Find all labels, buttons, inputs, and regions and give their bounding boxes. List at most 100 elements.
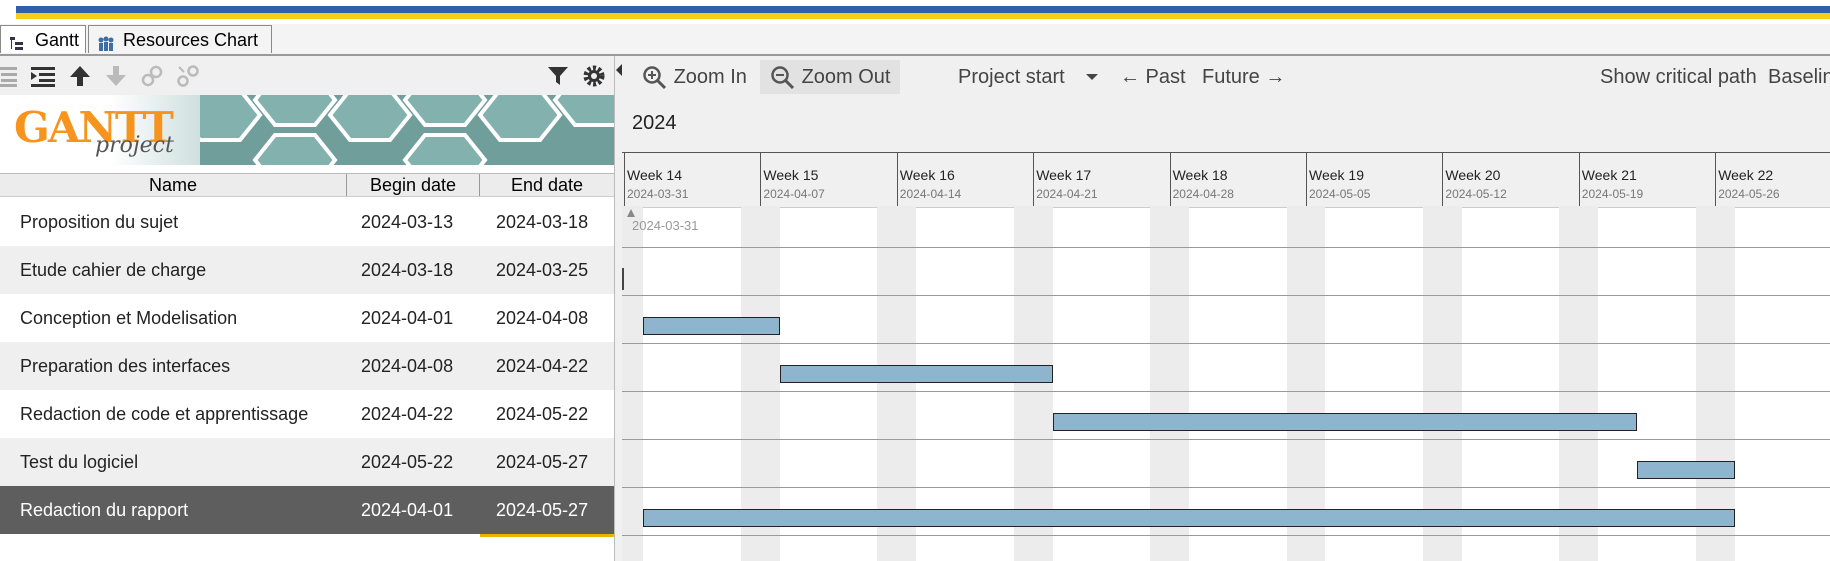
task-name: Conception et Modelisation (20, 308, 238, 328)
week-date: 2024-05-12 (1445, 187, 1507, 201)
task-begin-date: 2024-04-22 (361, 404, 454, 424)
task-table-panel: GANTT project Name Begin date End date P… (0, 56, 614, 561)
indent-icon[interactable] (30, 62, 58, 90)
table-row[interactable]: Conception et Modelisation 2024-04-01 2024… (0, 294, 614, 342)
week-date: 2024-05-19 (1581, 187, 1644, 201)
task-end-date: 2024-04-22 (496, 356, 589, 376)
weekend-band (877, 206, 917, 561)
zoom-out-icon (771, 65, 795, 89)
week-label: Week 14 (627, 167, 682, 183)
tab-resources-chart[interactable]: Resources Chart (88, 25, 272, 53)
zoom-in-label: Zoom In (673, 66, 747, 88)
window-top-strip (0, 0, 1830, 22)
table-header: Name Begin date End date (0, 173, 614, 197)
baseline-button[interactable]: Baselin (1768, 60, 1830, 94)
week-date: 2024-04-21 (1036, 187, 1098, 201)
task-toolbar (0, 56, 614, 95)
project-start-marker-icon (627, 209, 635, 217)
week-date: 2024-04-28 (1172, 187, 1234, 201)
resources-people-icon (97, 32, 114, 51)
weekend-band (1695, 206, 1735, 561)
table-row[interactable]: Redaction du rapport 2024-04-01 2024-05-27 (0, 486, 614, 534)
week-label: Week 16 (899, 167, 955, 183)
row-separator (622, 535, 1830, 536)
task-end-date: 2024-05-27 (496, 452, 589, 472)
project-start-button[interactable]: Project start (958, 60, 1065, 94)
outdent-icon[interactable] (0, 62, 20, 90)
weekend-band (1422, 206, 1462, 561)
week-label: Week 20 (1445, 167, 1501, 183)
task-begin-date: 2024-04-01 (361, 500, 454, 520)
filter-icon[interactable] (544, 62, 572, 90)
week-column-header: Week 21 2024-05-19 (1578, 153, 1716, 207)
task-end-date: 2024-03-18 (496, 212, 589, 232)
task-begin-date: 2024-04-01 (361, 308, 454, 328)
ganttproject-banner: GANTT project (0, 95, 614, 165)
row-separator (622, 343, 1830, 344)
tab-resources-label: Resources Chart (123, 30, 259, 50)
hexagon-pattern (180, 95, 614, 165)
selection-underline (480, 534, 614, 537)
task-name: Redaction du rapport (20, 500, 189, 520)
week-label: Week 15 (763, 167, 819, 183)
column-header-name[interactable]: Name (0, 174, 347, 196)
task-name: Redaction de code et apprentissage (20, 404, 309, 424)
move-up-icon[interactable] (66, 62, 94, 90)
task-begin-date: 2024-05-22 (361, 452, 454, 472)
table-row[interactable]: Proposition du sujet 2024-03-13 2024-03-18 (0, 198, 614, 246)
past-button[interactable]: ← Past (1120, 60, 1186, 94)
weekend-band (1286, 206, 1326, 561)
week-label: Week 17 (1036, 167, 1092, 183)
task-bar[interactable] (643, 317, 780, 335)
week-column-header: Week 22 2024-05-26 (1715, 153, 1830, 207)
table-row[interactable]: Test du logiciel 2024-05-22 2024-05-27 (0, 438, 614, 486)
year-row: 2024 (622, 102, 1830, 152)
move-down-icon[interactable] (102, 62, 130, 90)
gear-icon[interactable] (580, 62, 608, 90)
weekend-band (1150, 206, 1190, 561)
week-scale: Week 14 2024-03-31 Week 15 2024-04-07 Week 1… (622, 152, 1830, 208)
table-row[interactable]: Preparation des interfaces 2024-04-08 2024… (0, 342, 614, 390)
weekend-band (1013, 206, 1053, 561)
task-bar[interactable] (779, 365, 1053, 383)
week-label: Week 19 (1309, 167, 1364, 183)
week-label: Week 22 (1718, 167, 1774, 183)
task-end-date: 2024-04-08 (496, 308, 589, 328)
week-date: 2024-04-07 (763, 187, 825, 201)
task-bar[interactable] (1052, 413, 1638, 431)
task-end-date: 2024-05-27 (496, 500, 589, 520)
weekend-band (622, 206, 644, 561)
gantt-chart-area: 2024-03-31 (622, 206, 1830, 561)
week-column-header: Week 16 2024-04-14 (896, 153, 1034, 207)
table-row[interactable]: Etude cahier de charge 2024-03-18 2024-03-… (0, 246, 614, 294)
show-critical-path-button[interactable]: Show critical path (1600, 60, 1757, 94)
blue-stripe (16, 6, 1830, 13)
task-name: Test du logiciel (20, 452, 139, 472)
task-name: Preparation des interfaces (20, 356, 231, 376)
year-label: 2024 (632, 112, 677, 134)
week-date: 2024-03-31 (627, 187, 689, 201)
table-row[interactable]: Redaction de code et apprentissage 2024-0… (0, 390, 614, 438)
project-start-dropdown[interactable] (1084, 60, 1104, 94)
column-header-begin-date[interactable]: Begin date (347, 174, 480, 196)
zoom-in-button[interactable]: Zoom In (642, 60, 747, 94)
chevron-down-icon (1086, 74, 1098, 80)
unlink-icon[interactable] (174, 62, 202, 90)
view-tabs: Gantt Resources Chart (0, 24, 1830, 56)
column-header-end-date[interactable]: End date (480, 174, 614, 196)
task-bar[interactable] (1637, 461, 1735, 479)
task-bar[interactable] (643, 509, 1735, 527)
zoom-out-label: Zoom Out (801, 66, 891, 88)
week-column-header: Week 20 2024-05-12 (1442, 153, 1579, 207)
zoom-out-button[interactable]: Zoom Out (760, 60, 900, 94)
future-button[interactable]: Future → (1202, 60, 1285, 94)
week-date: 2024-05-26 (1718, 187, 1780, 201)
task-end-date: 2024-05-22 (496, 404, 589, 424)
task-bar[interactable] (622, 268, 624, 290)
task-begin-date: 2024-03-18 (361, 260, 454, 280)
zoom-in-icon (643, 65, 667, 89)
yellow-stripe (16, 13, 1830, 19)
link-icon[interactable] (138, 62, 166, 90)
row-separator (622, 487, 1830, 488)
tab-gantt[interactable]: Gantt (0, 25, 86, 53)
